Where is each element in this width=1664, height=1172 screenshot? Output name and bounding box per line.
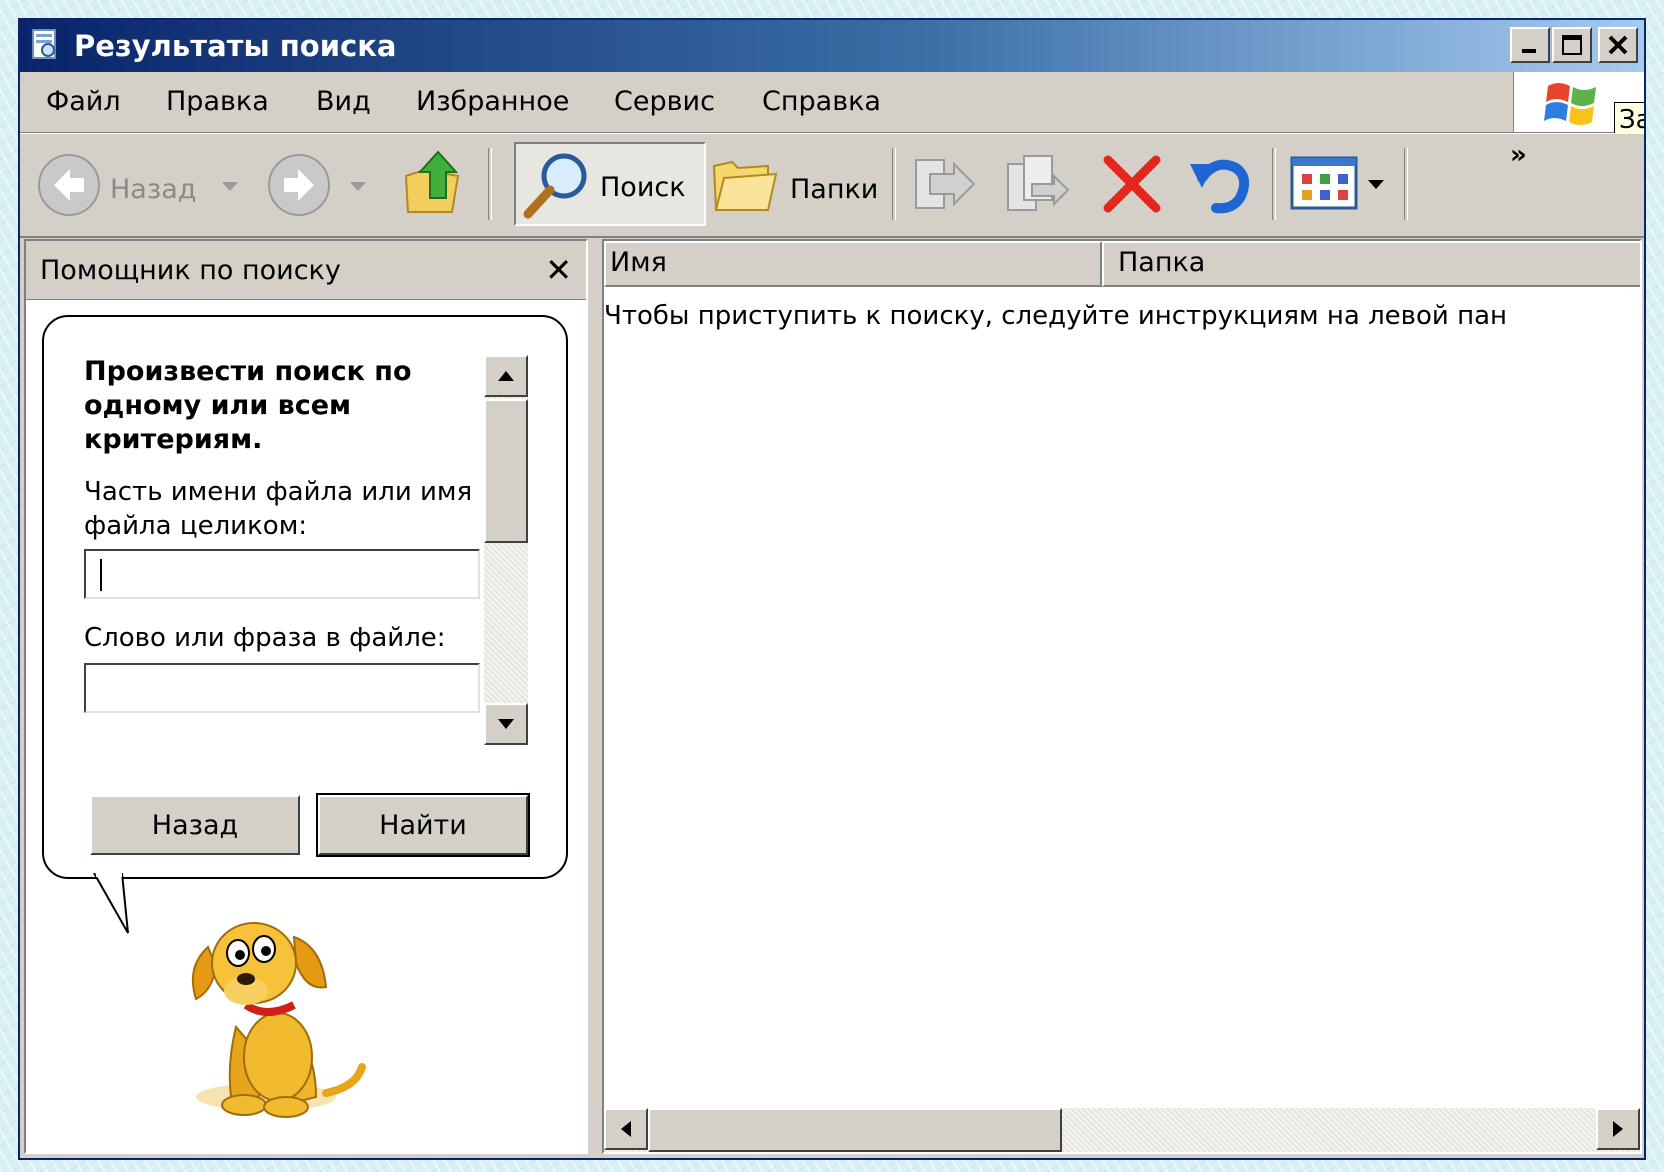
vertical-scroll-thumb[interactable] — [484, 399, 528, 543]
search-assistant-header: Помощник по поиску ✕ — [26, 241, 586, 300]
undo-icon — [1190, 159, 1250, 214]
search-assistant-pane: Помощник по поиску ✕ Произвести поиск по… — [24, 239, 588, 1154]
phrase-input[interactable] — [84, 663, 480, 713]
results-horizontal-scrollbar[interactable] — [604, 1108, 1640, 1152]
column-header-name[interactable]: Имя — [604, 241, 1102, 287]
back-dropdown-icon — [222, 182, 238, 191]
forward-dropdown-icon — [350, 182, 366, 191]
scroll-up-button[interactable] — [484, 355, 528, 397]
menu-edit[interactable]: Правка — [166, 86, 269, 117]
column-header-folder[interactable]: Папка — [1102, 241, 1640, 287]
horizontal-scroll-thumb[interactable] — [648, 1108, 1062, 1152]
arrow-right-icon — [1613, 1121, 1623, 1137]
back-button-dialog[interactable]: Назад — [90, 795, 300, 855]
minimize-button[interactable] — [1510, 27, 1550, 63]
maximize-button[interactable] — [1552, 27, 1592, 63]
views-button[interactable] — [1286, 144, 1396, 222]
results-pane: Имя Папка Чтобы приступить к поиску, сле… — [602, 239, 1642, 1154]
back-label: Назад — [110, 174, 197, 205]
toolbar-separator — [892, 148, 896, 220]
menu-tools[interactable]: Сервис — [614, 86, 715, 117]
toolbar-separator — [488, 148, 492, 220]
title-bar[interactable]: Результаты поиска — [20, 20, 1644, 72]
delete-icon — [1103, 155, 1161, 213]
scroll-down-button[interactable] — [484, 703, 528, 745]
search-results-window: Результаты поиска Файл Правка Вид Избран… — [18, 18, 1646, 1160]
back-button[interactable]: Назад — [32, 144, 242, 222]
assistant-speech-bubble: Произвести поиск по одному или всем крит… — [42, 315, 568, 879]
speech-bubble-tail — [93, 873, 129, 934]
delete-button[interactable] — [1096, 144, 1168, 222]
menu-file[interactable]: Файл — [46, 86, 121, 117]
find-button[interactable]: Найти — [316, 793, 530, 857]
scroll-right-button[interactable] — [1596, 1108, 1640, 1150]
window-title: Результаты поиска — [74, 29, 397, 63]
forward-arrow-icon — [268, 154, 330, 216]
views-dropdown-icon — [1368, 180, 1384, 189]
move-to-button[interactable] — [908, 144, 982, 222]
back-arrow-icon — [38, 154, 100, 216]
phrase-label: Слово или фраза в файле: — [84, 623, 446, 653]
arrow-up-icon — [498, 371, 514, 381]
folders-label: Папки — [790, 174, 879, 205]
minimize-icon — [1522, 49, 1536, 53]
maximize-icon — [1562, 35, 1582, 55]
search-button[interactable]: Поиск — [514, 142, 706, 226]
close-button[interactable] — [1598, 27, 1638, 63]
views-icon — [1290, 156, 1358, 210]
arrow-down-icon — [498, 719, 514, 729]
windows-logo-area: За — [1513, 72, 1644, 138]
copy-to-icon — [1007, 155, 1070, 211]
undo-button[interactable] — [1184, 144, 1258, 222]
folders-button[interactable]: Папки — [710, 144, 880, 222]
toolbar-separator — [1404, 148, 1408, 220]
search-criteria-heading: Произвести поиск по одному или всем крит… — [84, 356, 412, 455]
standard-toolbar: Назад Поиск Папки » — [20, 133, 1644, 238]
menu-bar: Файл Правка Вид Избранное Сервис Справка… — [20, 72, 1644, 138]
search-assistant-title: Помощник по поиску — [40, 255, 341, 286]
forward-button[interactable] — [264, 144, 374, 222]
search-magnifier-icon — [523, 153, 587, 219]
windows-logo-icon — [1544, 83, 1596, 125]
menu-favorites[interactable]: Избранное — [416, 86, 569, 117]
menu-view[interactable]: Вид — [316, 86, 371, 117]
results-hint-message: Чтобы приступить к поиску, следуйте инст… — [604, 301, 1508, 331]
toolbar-separator — [1272, 148, 1276, 220]
search-label: Поиск — [600, 172, 686, 203]
toolbar-more-button[interactable]: » — [1510, 140, 1527, 170]
arrow-left-icon — [621, 1121, 631, 1137]
up-folder-button[interactable] — [398, 144, 474, 222]
folders-icon — [712, 160, 778, 211]
search-window-icon — [32, 29, 56, 59]
text-caret — [100, 559, 102, 591]
close-icon — [1608, 35, 1628, 55]
close-pane-icon[interactable]: ✕ — [545, 251, 572, 289]
up-folder-icon — [404, 150, 460, 213]
menu-help[interactable]: Справка — [762, 86, 881, 117]
bubble-vertical-scrollbar[interactable] — [484, 355, 528, 745]
filename-input[interactable] — [84, 549, 480, 599]
move-to-icon — [915, 159, 976, 209]
filename-label: Часть имени файла или имя файла целиком: — [84, 477, 473, 541]
scroll-left-button[interactable] — [604, 1108, 648, 1150]
rover-dog-icon[interactable] — [166, 907, 366, 1127]
copy-to-button[interactable] — [1000, 144, 1074, 222]
